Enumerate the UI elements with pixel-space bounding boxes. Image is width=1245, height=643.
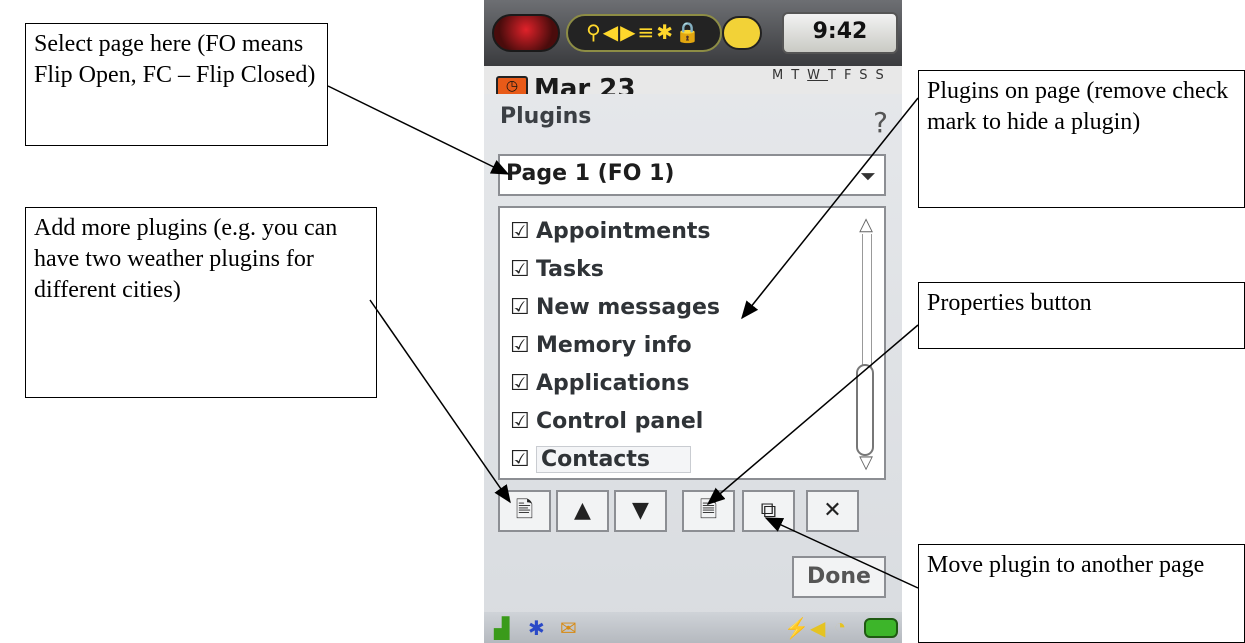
move-up-button[interactable]: ▲ bbox=[556, 490, 609, 532]
calendar-icon: ◷ bbox=[496, 76, 528, 94]
chevron-down-icon: ⏷ bbox=[860, 166, 876, 188]
add-plugin-button[interactable]: 🖹 bbox=[498, 490, 551, 532]
page-selector-value: Page 1 (FO 1) bbox=[506, 161, 675, 186]
weekday: F bbox=[843, 68, 860, 83]
checkbox-icon[interactable]: ☑ bbox=[510, 290, 536, 326]
weekday-strip: MTWTFSS bbox=[772, 68, 892, 83]
page-selector-dropdown[interactable]: Page 1 (FO 1) ⏷ bbox=[498, 154, 886, 196]
weekday: S bbox=[875, 68, 892, 83]
bottom-status-bar: ▟ ✱ ✉ ⚡ ◀ ◔ bbox=[484, 612, 902, 643]
delete-button[interactable]: ✕ bbox=[806, 490, 859, 532]
arrow-select-page bbox=[327, 85, 510, 175]
list-item[interactable]: ☑ Memory info bbox=[510, 328, 850, 364]
help-icon[interactable]: ? bbox=[873, 106, 888, 139]
scrollbar[interactable]: △ ▽ bbox=[854, 214, 878, 472]
checkbox-icon[interactable]: ☑ bbox=[510, 252, 536, 288]
move-down-button[interactable]: ▼ bbox=[614, 490, 667, 532]
list-item[interactable]: ☑ Tasks bbox=[510, 252, 850, 288]
status-icons: ⚲◀▶≡✱🔒 bbox=[586, 20, 702, 44]
callout-add-plugins: Add more plugins (e.g. you can have two … bbox=[25, 207, 377, 398]
plugin-label: New messages bbox=[536, 295, 720, 320]
checkbox-icon[interactable]: ☑ bbox=[510, 214, 536, 250]
callout-plugins-on-page: Plugins on page (remove check mark to hi… bbox=[918, 70, 1245, 208]
list-item[interactable]: ☑ New messages bbox=[510, 290, 850, 326]
plugin-label: Memory info bbox=[536, 333, 692, 358]
signal-icon: ▟ bbox=[494, 618, 510, 640]
plugin-label: Applications bbox=[536, 371, 690, 396]
list-item-selected[interactable]: ☑ Contacts bbox=[510, 442, 850, 478]
phone-screen: ⚲◀▶≡✱🔒 9:42 ◷ Mar 23 MTWTFSS Plugins ? P… bbox=[484, 0, 902, 643]
checkbox-icon[interactable]: ☑ bbox=[510, 328, 536, 364]
top-status-bar: ⚲◀▶≡✱🔒 9:42 bbox=[484, 0, 902, 66]
properties-button[interactable]: 🗎 bbox=[682, 490, 735, 532]
checkbox-icon[interactable]: ☑ bbox=[510, 442, 536, 478]
weekday: M bbox=[772, 68, 792, 83]
weekday: S bbox=[859, 68, 876, 83]
callout-move-plugin: Move plugin to another page bbox=[918, 544, 1245, 643]
checkbox-icon[interactable]: ☑ bbox=[510, 366, 536, 402]
checkbox-icon[interactable]: ☑ bbox=[510, 404, 536, 440]
message-icon: ✉ bbox=[560, 618, 577, 640]
callout-select-page: Select page here (FO means Flip Open, FC… bbox=[25, 23, 328, 146]
done-button[interactable]: Done bbox=[792, 556, 886, 598]
date-bar: ◷ Mar 23 MTWTFSS bbox=[484, 66, 902, 94]
weekday: T bbox=[791, 68, 808, 83]
home-button[interactable] bbox=[492, 14, 560, 52]
scroll-down-icon[interactable]: ▽ bbox=[854, 452, 878, 472]
list-item[interactable]: ☑ Appointments bbox=[510, 214, 850, 250]
scroll-up-icon[interactable]: △ bbox=[854, 214, 878, 234]
plugin-label: Tasks bbox=[536, 257, 604, 282]
scroll-thumb[interactable] bbox=[856, 364, 874, 456]
bluetooth-icon: ✱ bbox=[528, 618, 545, 640]
callout-properties: Properties button bbox=[918, 282, 1245, 349]
move-to-page-button[interactable]: ⧉ bbox=[742, 490, 795, 532]
list-item[interactable]: ☑ Control panel bbox=[510, 404, 850, 440]
dialog-title: Plugins bbox=[500, 104, 592, 129]
plugin-label: Contacts bbox=[536, 446, 691, 473]
battery-icon bbox=[864, 618, 898, 638]
plugin-label: Control panel bbox=[536, 409, 704, 434]
clock: 9:42 bbox=[782, 12, 898, 54]
alarm-icon: ◔ bbox=[834, 616, 847, 638]
menu-toggle-button[interactable] bbox=[722, 16, 762, 50]
plugin-list[interactable]: ☑ Appointments ☑ Tasks ☑ New messages ☑ Memo… bbox=[498, 206, 886, 480]
list-item[interactable]: ☑ Applications bbox=[510, 366, 850, 402]
weekday: T bbox=[828, 68, 844, 83]
volume-icon: ◀ bbox=[810, 618, 826, 640]
status-icons-pill[interactable]: ⚲◀▶≡✱🔒 bbox=[566, 14, 722, 52]
dialog-titlebar: Plugins ? bbox=[484, 94, 902, 152]
date-label: Mar 23 bbox=[534, 74, 636, 94]
charging-icon: ⚡ bbox=[784, 618, 809, 640]
plugin-label: Appointments bbox=[536, 219, 711, 244]
weekday-current: W bbox=[807, 68, 829, 83]
